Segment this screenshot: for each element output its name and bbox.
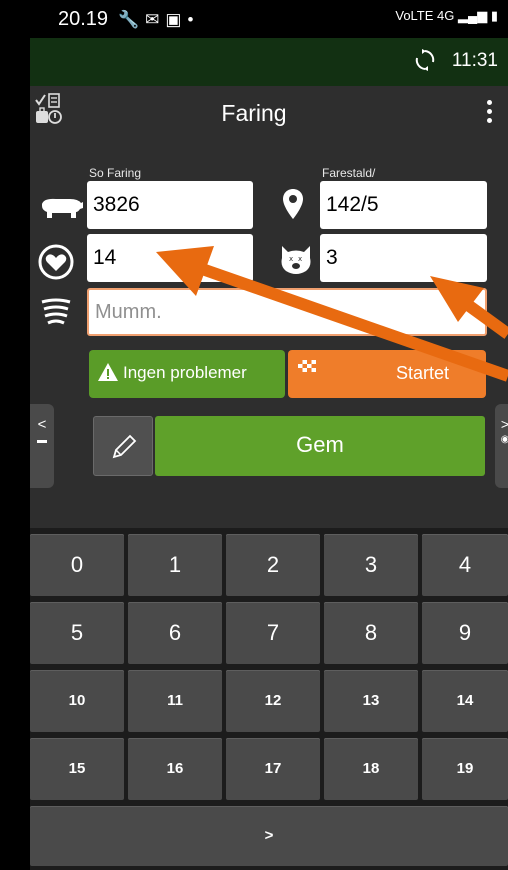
key-16[interactable]: 16	[128, 738, 222, 800]
sow-number-input[interactable]: 3826	[87, 181, 253, 229]
mummy-input[interactable]: Mumm.	[87, 288, 487, 336]
keyboard-gap	[30, 490, 508, 528]
notification-icons: 🔧✉▣•	[118, 10, 199, 30]
sync-time: 11:31	[451, 50, 498, 71]
mummy-icon	[41, 298, 71, 325]
dot-icon: •	[187, 10, 200, 29]
svg-text:x: x	[289, 255, 293, 263]
key-17[interactable]: 17	[226, 738, 320, 800]
heart-icon	[38, 244, 74, 280]
page-title: Faring	[221, 100, 287, 126]
pen-label: Farestald/	[322, 166, 376, 180]
key-4[interactable]: 4	[422, 534, 508, 596]
battery-icon: ▮	[490, 8, 498, 23]
status-time: 20.19	[58, 8, 109, 30]
key-9[interactable]: 9	[422, 602, 508, 664]
key-10[interactable]: 10	[30, 670, 124, 732]
no-problems-button[interactable]: Ingen problemer	[89, 350, 285, 398]
numeric-keyboard: 0 1 2 3 4 5 6 7 8 9 10 11 12 13 14 15 16…	[30, 528, 508, 870]
pencil-icon	[112, 434, 137, 459]
started-button[interactable]: Startet	[288, 350, 486, 398]
overflow-menu-icon[interactable]	[484, 100, 494, 124]
save-button[interactable]: Gem	[155, 416, 485, 476]
key-7[interactable]: 7	[226, 602, 320, 664]
gmail-icon: ✉	[145, 10, 166, 29]
wrench-icon: 🔧	[118, 10, 146, 29]
key-11[interactable]: 11	[128, 670, 222, 732]
started-label: Startet	[396, 363, 450, 383]
key-12[interactable]: 12	[226, 670, 320, 732]
previous-tab[interactable]: < ▬	[30, 404, 54, 488]
svg-text:x: x	[298, 255, 302, 263]
next-arrow: >	[500, 416, 508, 432]
key-3[interactable]: 3	[324, 534, 418, 596]
sync-bar: 11:31	[30, 38, 508, 86]
checkered-flag-icon	[298, 360, 316, 372]
key-18[interactable]: 18	[324, 738, 418, 800]
stillborn-input[interactable]: 3	[320, 234, 487, 282]
key-15[interactable]: 15	[30, 738, 124, 800]
sow-label: So Faring	[89, 166, 142, 180]
key-19[interactable]: 19	[422, 738, 508, 800]
liveborn-input[interactable]: 14	[87, 234, 253, 282]
pig-icon	[42, 198, 83, 218]
no-problems-label: Ingen problemer	[123, 363, 247, 382]
edit-button[interactable]	[93, 416, 153, 476]
key-14[interactable]: 14	[422, 670, 508, 732]
volte-label: VoLTE 4G	[395, 8, 455, 23]
pen-number-input[interactable]: 142/5	[320, 181, 487, 229]
location-pin-icon	[283, 189, 303, 219]
signal-icon: ▂▄▆	[458, 8, 488, 23]
network-status: VoLTE 4G ▂▄▆ ▮	[395, 8, 498, 24]
key-13[interactable]: 13	[324, 670, 418, 732]
status-bar: 20.19 🔧✉▣• VoLTE 4G ▂▄▆ ▮	[30, 0, 508, 38]
key-0[interactable]: 0	[30, 534, 124, 596]
key-2[interactable]: 2	[226, 534, 320, 596]
warning-icon	[98, 363, 118, 381]
key-8[interactable]: 8	[324, 602, 418, 664]
outlook-icon: ▣	[165, 10, 188, 29]
key-5[interactable]: 5	[30, 602, 124, 664]
key-6[interactable]: 6	[128, 602, 222, 664]
previous-arrow: <	[37, 416, 47, 433]
mummy-placeholder: Mumm.	[95, 301, 162, 323]
next-tab[interactable]: > ◉	[495, 404, 508, 488]
dead-piglet-icon: x x	[281, 246, 311, 274]
next-key[interactable]: >	[30, 806, 508, 866]
key-1[interactable]: 1	[128, 534, 222, 596]
sync-icon[interactable]	[414, 48, 436, 72]
pig-small-icon: ▬	[37, 435, 47, 446]
location-small-icon: ◉	[500, 434, 508, 445]
